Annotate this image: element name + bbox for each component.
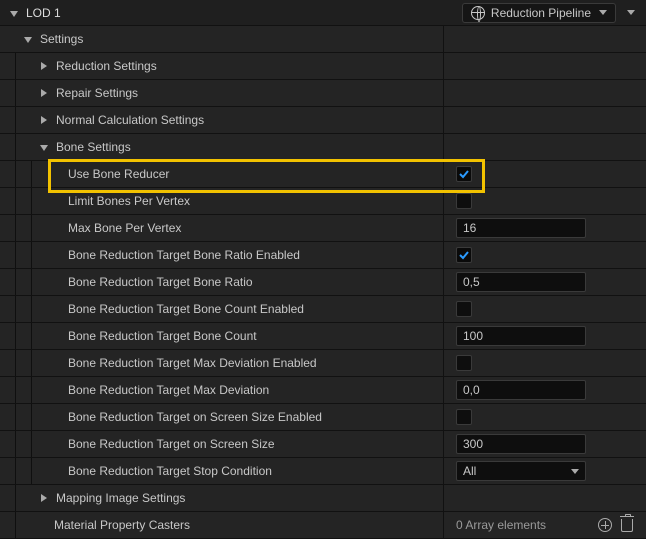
header-menu-button[interactable] [622, 10, 638, 15]
stop-condition-select[interactable]: All [456, 461, 586, 481]
expand-icon [38, 113, 52, 127]
onscreen-enabled-checkbox[interactable] [456, 409, 472, 425]
prop-max-bone-per-vertex: Max Bone Per Vertex 16 [0, 215, 646, 242]
section-bone-settings[interactable]: Bone Settings [0, 134, 646, 161]
clear-elements-button[interactable] [618, 516, 636, 534]
globe-icon [471, 6, 485, 20]
bone-ratio-input[interactable]: 0,5 [456, 272, 586, 292]
use-bone-reducer-checkbox[interactable] [456, 166, 472, 182]
expand-icon [38, 140, 52, 154]
panel-header: LOD 1 Reduction Pipeline [0, 0, 646, 26]
collapse-lod-icon[interactable] [8, 6, 22, 20]
limit-bones-checkbox[interactable] [456, 193, 472, 209]
prop-onscreen: Bone Reduction Target on Screen Size 300 [0, 431, 646, 458]
panel-title: LOD 1 [26, 6, 61, 20]
max-bone-input[interactable]: 16 [456, 218, 586, 238]
expand-icon [38, 86, 52, 100]
onscreen-input[interactable]: 300 [456, 434, 586, 454]
prop-bone-ratio: Bone Reduction Target Bone Ratio 0,5 [0, 269, 646, 296]
add-element-button[interactable] [596, 516, 614, 534]
plus-icon [598, 518, 612, 532]
prop-limit-bones-per-vertex: Limit Bones Per Vertex [0, 188, 646, 215]
chevron-down-icon [599, 10, 607, 15]
maxdev-enabled-checkbox[interactable] [456, 355, 472, 371]
section-mapping-settings[interactable]: Mapping Image Settings [0, 485, 646, 512]
bone-count-enabled-checkbox[interactable] [456, 301, 472, 317]
expand-icon [38, 491, 52, 505]
prop-maxdev: Bone Reduction Target Max Deviation 0,0 [0, 377, 646, 404]
casters-count: 0 Array elements [456, 518, 592, 532]
chevron-down-icon [571, 469, 579, 474]
pipeline-dropdown[interactable]: Reduction Pipeline [462, 3, 616, 23]
expand-icon [22, 32, 36, 46]
prop-stop-condition: Bone Reduction Target Stop Condition All [0, 458, 646, 485]
bone-ratio-enabled-checkbox[interactable] [456, 247, 472, 263]
bone-count-input[interactable]: 100 [456, 326, 586, 346]
section-repair-settings[interactable]: Repair Settings [0, 80, 646, 107]
maxdev-input[interactable]: 0,0 [456, 380, 586, 400]
prop-onscreen-enabled: Bone Reduction Target on Screen Size Ena… [0, 404, 646, 431]
section-normal-settings[interactable]: Normal Calculation Settings [0, 107, 646, 134]
prop-use-bone-reducer: Use Bone Reducer [0, 161, 646, 188]
prop-bone-count-enabled: Bone Reduction Target Bone Count Enabled [0, 296, 646, 323]
prop-maxdev-enabled: Bone Reduction Target Max Deviation Enab… [0, 350, 646, 377]
prop-material-casters: Material Property Casters 0 Array elemen… [0, 512, 646, 539]
section-reduction-settings[interactable]: Reduction Settings [0, 53, 646, 80]
prop-bone-ratio-enabled: Bone Reduction Target Bone Ratio Enabled [0, 242, 646, 269]
pipeline-label: Reduction Pipeline [491, 6, 591, 20]
expand-icon [38, 59, 52, 73]
prop-bone-count: Bone Reduction Target Bone Count 100 [0, 323, 646, 350]
trash-icon [621, 519, 633, 532]
category-settings[interactable]: Settings [0, 26, 646, 53]
